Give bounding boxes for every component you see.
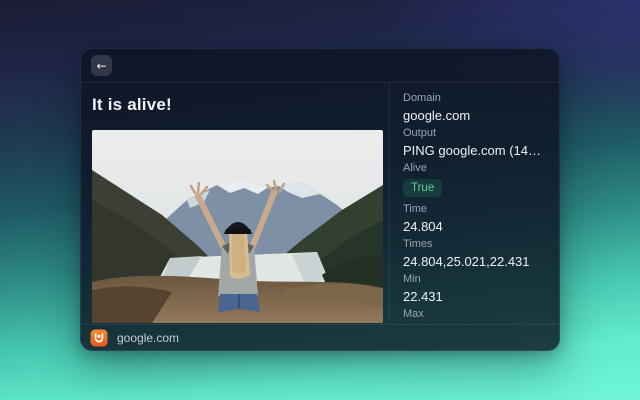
- card-body: It is alive!: [81, 83, 559, 324]
- landscape-photo: [92, 130, 383, 323]
- detail-field: Times 24.804,25.021,22.431: [403, 238, 547, 270]
- field-value: 24.804,25.021,22.431: [403, 254, 547, 270]
- main-content: It is alive!: [81, 83, 389, 324]
- site-url-label: google.com: [117, 331, 179, 345]
- back-button[interactable]: ←: [91, 55, 112, 76]
- detail-field: Output PING google.com (142.250.185.14):…: [403, 127, 547, 159]
- detail-field: Min 22.431: [403, 273, 547, 305]
- details-panel: Domain google.com Output PING google.com…: [389, 83, 559, 324]
- field-value: True: [403, 178, 547, 200]
- card-header: ←: [81, 49, 559, 83]
- field-label: Time: [403, 203, 547, 216]
- field-value: 24.804: [403, 219, 547, 235]
- detail-field: Max 25.021: [403, 308, 547, 324]
- detail-field: Alive True: [403, 162, 547, 200]
- field-label: Alive: [403, 162, 547, 175]
- field-value: 22.431: [403, 289, 547, 305]
- field-value: PING google.com (142.250.185.14):...: [403, 143, 547, 159]
- site-favicon-icon: [90, 329, 108, 347]
- alive-status-badge: True: [403, 179, 442, 197]
- app-card: ← It is alive!: [80, 48, 560, 351]
- field-label: Max: [403, 308, 547, 321]
- detail-field: Time 24.804: [403, 203, 547, 235]
- field-value: google.com: [403, 108, 547, 124]
- desktop-background: ← It is alive!: [0, 0, 640, 400]
- detail-field: Domain google.com: [403, 92, 547, 124]
- page-title: It is alive!: [92, 95, 381, 115]
- field-label: Times: [403, 238, 547, 251]
- field-label: Domain: [403, 92, 547, 105]
- field-label: Output: [403, 127, 547, 140]
- status-bar: google.com: [81, 324, 559, 350]
- field-label: Min: [403, 273, 547, 286]
